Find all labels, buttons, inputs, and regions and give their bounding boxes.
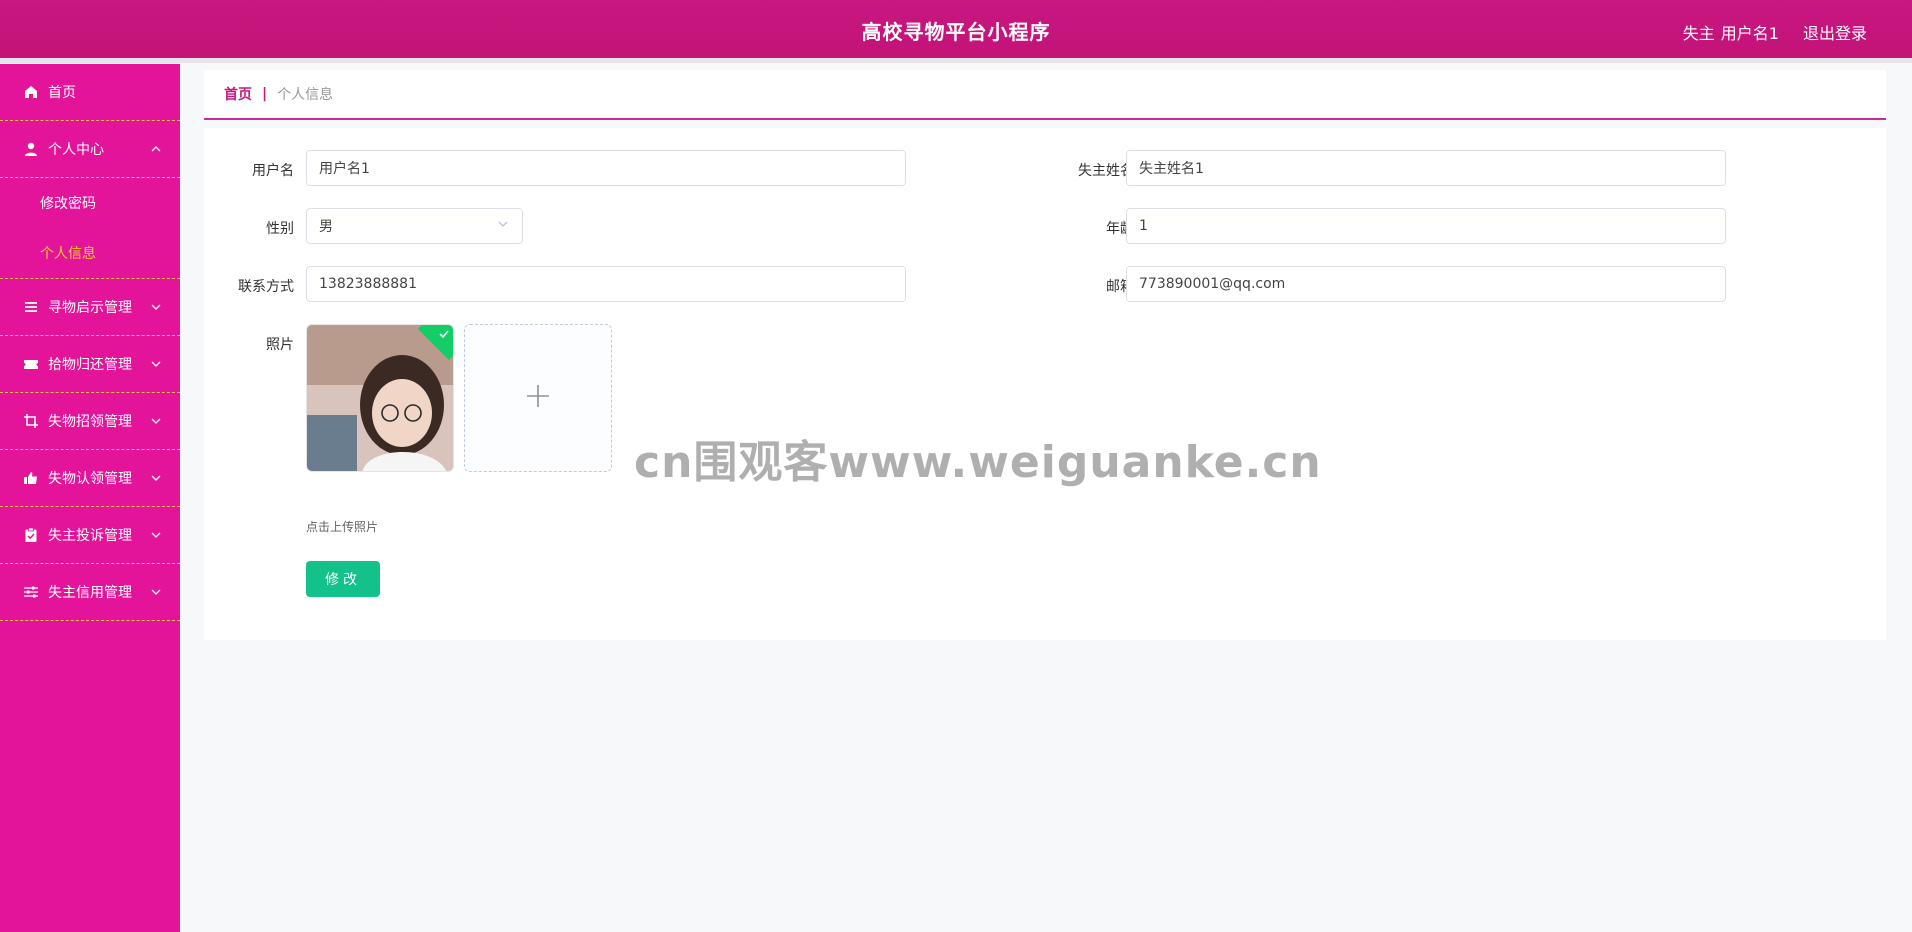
chevron-down-icon (150, 529, 162, 541)
plus-icon (524, 382, 552, 414)
age-input[interactable]: 1 (1126, 208, 1726, 244)
photo-image (307, 325, 453, 471)
photo-label: 照片 (266, 337, 294, 353)
list-icon (23, 299, 39, 315)
owner-name-label: 失主姓名 (1078, 163, 1134, 179)
gender-select[interactable]: 男 (306, 208, 523, 244)
clipboard-check-icon (23, 527, 39, 543)
current-user: 失主 用户名1 (1683, 20, 1779, 44)
main-content: 首页 | 个人信息 用户名 用户名1 失主姓名 失主姓名1 性别 男 年龄 1 … (204, 70, 1886, 640)
sidebar-subitem-personal-info[interactable]: 个人信息 (0, 228, 180, 278)
ticket-icon (23, 356, 39, 372)
sidebar-item-label: 首页 (48, 85, 76, 101)
chevron-down-icon (150, 358, 162, 370)
user-role: 失主 (1682, 24, 1715, 43)
breadcrumb-current: 个人信息 (277, 87, 334, 103)
sidebar-item-lost-found[interactable]: 失物招领管理 (0, 393, 180, 450)
phone-input[interactable]: 13823888881 (306, 266, 906, 302)
upload-tip: 点击上传照片 (306, 520, 379, 534)
phone-label: 联系方式 (238, 279, 294, 295)
home-icon (23, 84, 39, 100)
gender-selected-value: 男 (319, 219, 333, 235)
personal-center-submenu: 修改密码 个人信息 (0, 178, 180, 279)
thumb-up-icon (23, 470, 39, 486)
chevron-down-icon (150, 586, 162, 598)
breadcrumb-separator: | (262, 86, 268, 102)
email-label: 邮箱 (1106, 279, 1134, 295)
app-title: 高校寻物平台小程序 (861, 20, 1051, 44)
sidebar-subitem-change-password[interactable]: 修改密码 (0, 178, 180, 228)
submit-button[interactable]: 修改 (306, 561, 380, 597)
uploaded-photo[interactable] (306, 324, 454, 472)
username-input[interactable]: 用户名1 (306, 150, 906, 186)
chevron-down-icon (150, 472, 162, 484)
sidebar-item-found-return[interactable]: 拾物归还管理 (0, 336, 180, 393)
watermark: cn围观客www.weiguanke.cn (634, 437, 1322, 488)
sidebar-item-owner-complaint[interactable]: 失主投诉管理 (0, 507, 180, 564)
chevron-down-icon (150, 415, 162, 427)
chevron-up-icon (150, 143, 162, 155)
email-input[interactable]: 773890001@qq.com (1126, 266, 1726, 302)
sidebar-item-label: 个人中心 (48, 142, 104, 158)
sliders-icon (23, 584, 39, 600)
sidebar-item-label: 失主信用管理 (48, 585, 132, 601)
sidebar-item-home[interactable]: 首页 (0, 64, 180, 121)
sidebar-item-label: 拾物归还管理 (48, 357, 132, 373)
username-label: 用户名 (252, 163, 294, 179)
age-label: 年龄 (1106, 221, 1134, 237)
user-name: 用户名1 (1720, 24, 1779, 43)
chevron-down-icon (150, 301, 162, 313)
owner-name-input[interactable]: 失主姓名1 (1126, 150, 1726, 186)
breadcrumb: 首页 | 个人信息 (204, 70, 1886, 120)
sidebar-item-lost-claim[interactable]: 失物认领管理 (0, 450, 180, 507)
sidebar-item-label: 失物招领管理 (48, 414, 132, 430)
logout-link[interactable]: 退出登录 (1803, 20, 1867, 44)
top-header: 高校寻物平台小程序 失主 用户名1 退出登录 (0, 0, 1912, 63)
header-user-area: 失主 用户名1 退出登录 (1683, 20, 1867, 44)
sidebar: 首页 个人中心 修改密码 个人信息 寻物启示管理 拾物归还管理 失物招领管理 失… (0, 64, 180, 932)
sidebar-item-label: 失主投诉管理 (48, 528, 132, 544)
crop-icon (23, 413, 39, 429)
photo-upload-button[interactable] (464, 324, 612, 472)
breadcrumb-home-link[interactable]: 首页 (224, 84, 252, 104)
user-icon (23, 141, 39, 157)
sidebar-item-personal-center[interactable]: 个人中心 (0, 121, 180, 178)
sidebar-item-owner-credit[interactable]: 失主信用管理 (0, 564, 180, 621)
personal-info-form: 用户名 用户名1 失主姓名 失主姓名1 性别 男 年龄 1 联系方式 13823… (204, 128, 1886, 640)
sidebar-item-label: 失物认领管理 (48, 471, 132, 487)
check-icon (439, 330, 449, 339)
sidebar-item-label: 寻物启示管理 (48, 300, 132, 316)
gender-label: 性别 (266, 221, 294, 237)
chevron-down-icon (496, 217, 510, 235)
sidebar-item-lost-notice[interactable]: 寻物启示管理 (0, 279, 180, 336)
